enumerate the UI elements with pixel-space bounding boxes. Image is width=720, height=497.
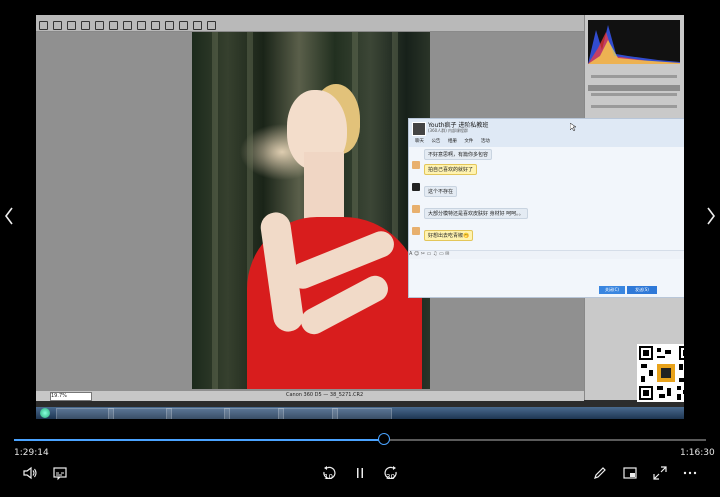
portrait-photo: [192, 32, 430, 389]
total-time: 1:16:30: [680, 448, 715, 458]
chat-subtitle: (360人群) 内部课程群: [428, 128, 469, 133]
chat-tab[interactable]: 聊天: [415, 139, 424, 144]
taskbar-app: [166, 408, 230, 419]
miniplayer-icon: [623, 467, 637, 479]
avatar: [412, 161, 420, 169]
ps-toolbar: [36, 15, 584, 32]
seek-bar[interactable]: [14, 439, 706, 441]
previous-button[interactable]: [4, 206, 14, 229]
chat-tabs: 聊天 公告 相册 文件 活动: [415, 138, 496, 144]
chat-close-button[interactable]: 关闭(C): [599, 286, 625, 294]
file-info: Canon 360 D5 — 38_5271.CR2: [286, 392, 364, 398]
chevron-left-icon: [5, 207, 13, 225]
subtitles-icon: [53, 467, 67, 481]
skip-forward-button[interactable]: 30: [381, 463, 401, 483]
volume-icon: [23, 466, 37, 480]
pause-icon: [357, 468, 363, 478]
histogram: [588, 20, 680, 64]
more-button[interactable]: [680, 463, 700, 483]
seek-thumb[interactable]: [378, 433, 391, 445]
group-avatar: [412, 122, 426, 136]
chat-send-button[interactable]: 发送(S): [627, 286, 657, 294]
chat-tab[interactable]: 公告: [431, 139, 440, 144]
video-frame[interactable]: 19.7% Canon 360 D5 — 38_5271.CR2 Youth疯子…: [36, 15, 684, 419]
chat-tab[interactable]: 文件: [464, 139, 473, 144]
chat-tab[interactable]: 活动: [481, 139, 490, 144]
taskbar-app: [332, 408, 392, 419]
qr-code: [637, 344, 684, 402]
skip-back-button[interactable]: 10: [319, 463, 339, 483]
chevron-right-icon: [707, 207, 715, 225]
taskbar-app: [108, 408, 172, 419]
skip-forward-label: 30: [386, 473, 395, 481]
chat-input-toolbar: A ☺ ✂ ▭ ♫ ▭ ✉: [409, 250, 684, 259]
fullscreen-button[interactable]: [650, 463, 670, 483]
message-bubble: 好想出去吃青椒🤭: [424, 230, 474, 241]
avatar: [412, 183, 420, 191]
avatar: [412, 205, 420, 213]
zoom-field: 19.7%: [50, 392, 92, 401]
ps-panel-tabs: [588, 85, 680, 91]
volume-button[interactable]: [20, 463, 40, 483]
message-bubble: 大部分模特还是喜欢皮肤好 身材好 呵呵。。: [424, 208, 528, 219]
windows-start-icon: [40, 408, 50, 418]
chat-window[interactable]: Youth疯子 进阶私教班 (360人群) 内部课程群 聊天 公告 相册 文件 …: [408, 118, 684, 298]
chat-header: Youth疯子 进阶私教班 (360人群) 内部课程群 聊天 公告 相册 文件 …: [409, 119, 684, 147]
skip-back-label: 10: [324, 473, 333, 481]
more-icon: [683, 471, 697, 475]
subtitles-button[interactable]: [50, 463, 70, 483]
ps-statusbar: 19.7% Canon 360 D5 — 38_5271.CR2: [36, 391, 584, 401]
next-button[interactable]: [706, 206, 716, 229]
windows-taskbar: [36, 407, 684, 419]
message-bubble: 这个不存在: [424, 186, 458, 197]
fullscreen-icon: [653, 466, 667, 480]
pencil-icon: [594, 467, 606, 479]
pause-button[interactable]: [350, 463, 370, 483]
seek-bar-fill: [14, 439, 385, 441]
current-time: 1:29:14: [14, 448, 49, 458]
taskbar-app: [56, 408, 114, 419]
message-bubble: 拍自己喜欢的就好了: [424, 164, 478, 175]
avatar: [412, 227, 420, 235]
miniplayer-button[interactable]: [620, 463, 640, 483]
message-bubble: 不好意思啊，有篇你多包容: [424, 149, 493, 160]
chat-tab[interactable]: 相册: [448, 139, 457, 144]
edit-button[interactable]: [590, 463, 610, 483]
taskbar-app: [278, 408, 338, 419]
taskbar-app: [224, 408, 284, 419]
mouse-cursor-icon: [570, 123, 576, 131]
